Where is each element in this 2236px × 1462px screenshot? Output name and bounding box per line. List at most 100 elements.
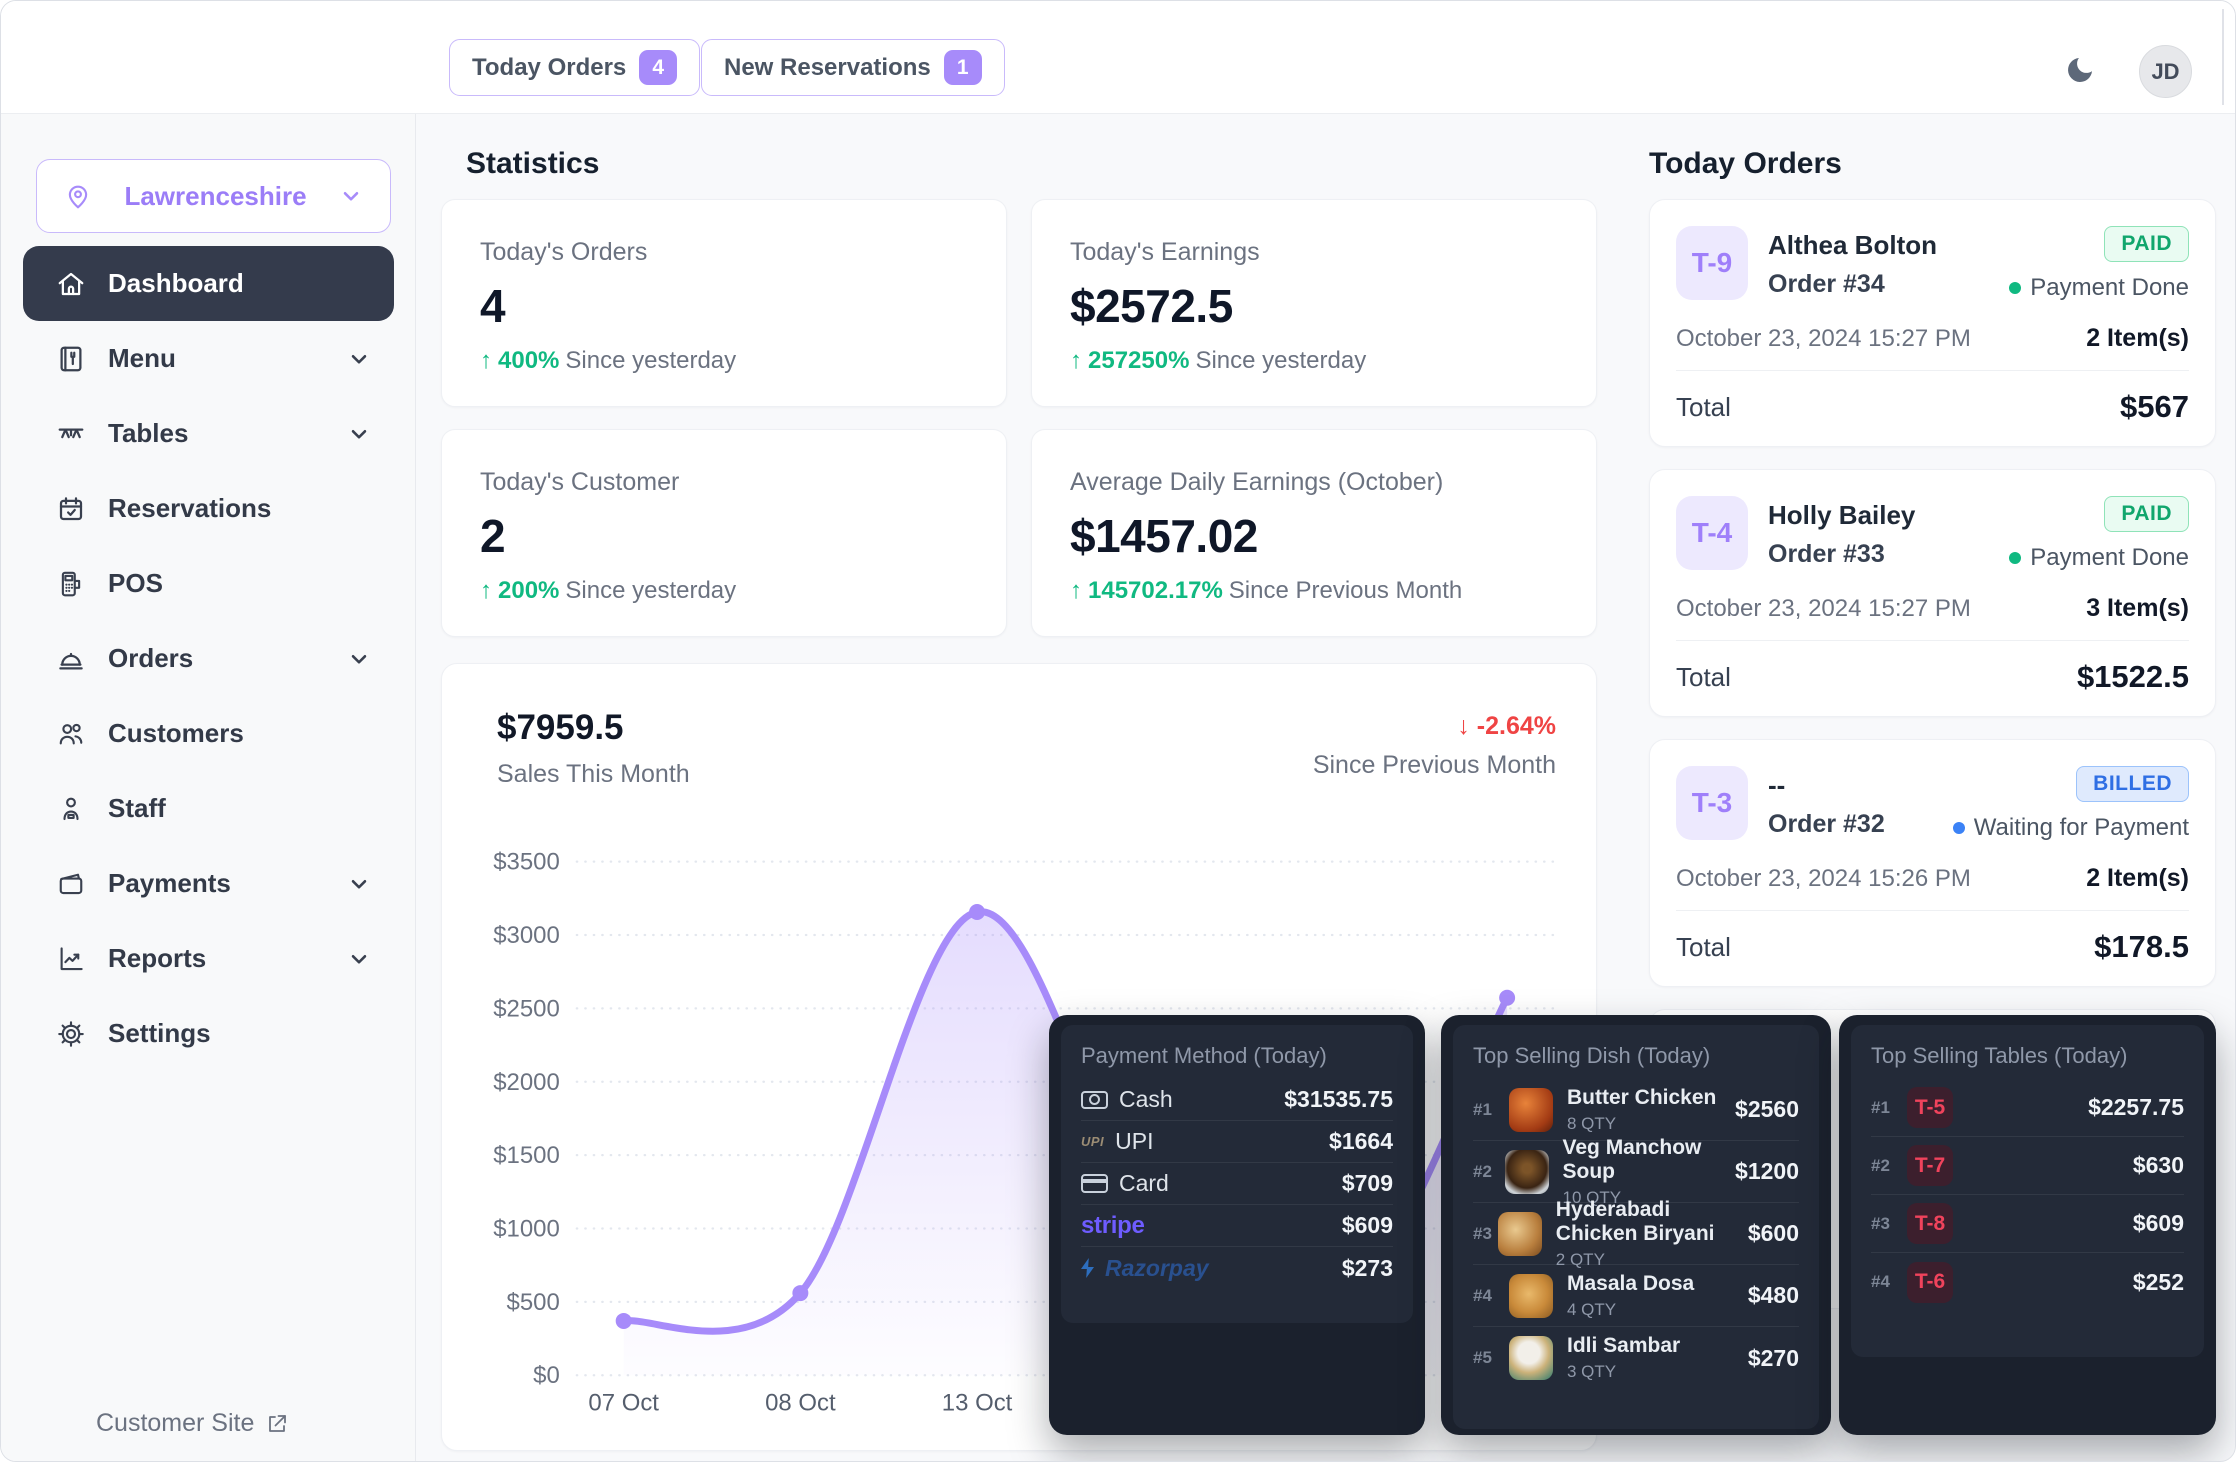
order-card[interactable]: T-4 Holly Bailey Order #33 PAID Payment … xyxy=(1649,469,2216,717)
statistics-heading: Statistics xyxy=(466,147,599,181)
sidebar-item-orders[interactable]: Orders xyxy=(23,621,394,696)
table-rank-row: #1 T-5 $2257.75 xyxy=(1871,1079,2184,1137)
dish-rank: #3 xyxy=(1473,1224,1498,1244)
today-orders-count-badge: 4 xyxy=(639,50,677,85)
gear-icon xyxy=(56,1019,86,1049)
customer-name: Althea Bolton xyxy=(1768,230,1937,261)
dish-photo xyxy=(1509,1274,1553,1318)
stat-card: Today's Orders 4 ↑ 400% Since yesterday xyxy=(441,199,1007,407)
sidebar-item-label: Customers xyxy=(108,718,244,749)
sidebar-item-label: Orders xyxy=(108,643,193,674)
sidebar-item-label: Payments xyxy=(108,868,231,899)
chevron-down-icon xyxy=(346,646,372,672)
dish-name: Hyderabadi Chicken Biryani xyxy=(1556,1198,1748,1246)
customer-site-label: Customer Site xyxy=(96,1409,254,1438)
location-selector[interactable]: Lawrenceshire xyxy=(36,159,391,233)
new-reservations-button-label: New Reservations xyxy=(724,54,931,82)
stat-delta-percent: 257250% xyxy=(1088,347,1189,375)
dish-qty: 3 QTY xyxy=(1567,1362,1680,1382)
dish-info: Butter Chicken 8 QTY xyxy=(1567,1086,1716,1134)
order-customer-block: Holly Bailey Order #33 xyxy=(1768,496,1915,572)
home-icon xyxy=(56,269,86,299)
up-arrow-icon: ↑ xyxy=(480,347,492,375)
order-customer-block: -- Order #32 xyxy=(1768,766,1885,842)
order-status-block: PAID Payment Done xyxy=(2009,496,2189,572)
new-reservations-button[interactable]: New Reservations 1 xyxy=(701,39,1005,96)
payment-method-label: Razorpay xyxy=(1105,1255,1209,1282)
payment-method-label: stripe xyxy=(1081,1212,1145,1240)
sidebar-item-reservations[interactable]: Reservations xyxy=(23,471,394,546)
order-items-count: 2 Item(s) xyxy=(2086,324,2189,353)
payment-method-label: UPI xyxy=(1115,1128,1153,1155)
order-total-value: $567 xyxy=(2120,389,2189,425)
customer-site-link[interactable]: Customer Site xyxy=(96,1409,289,1438)
table-amount: $630 xyxy=(2133,1152,2184,1179)
status-note-label: Payment Done xyxy=(2030,544,2189,572)
order-number: Order #33 xyxy=(1768,540,1915,569)
today-orders-button[interactable]: Today Orders 4 xyxy=(449,39,700,96)
chevron-down-icon xyxy=(346,421,372,447)
dish-photo xyxy=(1498,1212,1542,1256)
payment-method-amount: $609 xyxy=(1342,1212,1393,1239)
dish-amount: $1200 xyxy=(1735,1158,1799,1185)
sidebar-item-label: Reports xyxy=(108,943,206,974)
sidebar-item-payments[interactable]: Payments xyxy=(23,846,394,921)
svg-text:$3000: $3000 xyxy=(493,922,560,949)
dish-name: Veg Manchow Soup xyxy=(1563,1136,1736,1184)
stat-label: Today's Earnings xyxy=(1070,238,1558,267)
sidebar-item-staff[interactable]: Staff xyxy=(23,771,394,846)
order-card[interactable]: T-9 Althea Bolton Order #34 PAID Payment… xyxy=(1649,199,2216,447)
order-card[interactable]: T-3 -- Order #32 BILLED Waiting for Paym… xyxy=(1649,739,2216,987)
dish-rank: #5 xyxy=(1473,1348,1509,1368)
sidebar-item-customers[interactable]: Customers xyxy=(23,696,394,771)
order-total-value: $178.5 xyxy=(2094,929,2189,965)
menu-book-icon xyxy=(56,344,86,374)
stat-delta: ↑ 145702.17% Since Previous Month xyxy=(1070,577,1558,605)
chevron-down-icon xyxy=(338,183,364,209)
stat-delta-percent: 400% xyxy=(498,347,559,375)
avatar[interactable]: JD xyxy=(2139,45,2192,98)
order-number: Order #34 xyxy=(1768,270,1937,299)
wallet-icon xyxy=(56,869,86,899)
payment-method-row: stripe $609 xyxy=(1081,1205,1393,1247)
status-dot-icon xyxy=(1953,822,1965,834)
top-selling-tables-panel: Top Selling Tables (Today) #1 T-5 $2257.… xyxy=(1839,1015,2216,1435)
razorpay-logo-icon xyxy=(1081,1258,1094,1278)
stat-delta: ↑ 257250% Since yesterday xyxy=(1070,347,1558,375)
order-card-divider xyxy=(1676,910,2189,911)
upi-logo-icon xyxy=(1081,1133,1104,1151)
table-rank: #4 xyxy=(1871,1272,1907,1292)
today-orders-heading: Today Orders xyxy=(1649,147,1842,181)
stat-delta: ↑ 400% Since yesterday xyxy=(480,347,968,375)
payment-method-amount: $31535.75 xyxy=(1284,1086,1393,1113)
top-selling-tables-panel-inner: Top Selling Tables (Today) #1 T-5 $2257.… xyxy=(1851,1025,2204,1357)
stat-card: Average Daily Earnings (October) $1457.0… xyxy=(1031,429,1597,637)
stat-delta-suffix: Since Previous Month xyxy=(1229,577,1462,605)
sidebar-item-label: Reservations xyxy=(108,493,271,524)
pos-terminal-icon xyxy=(56,569,86,599)
order-datetime: October 23, 2024 15:27 PM xyxy=(1676,325,1971,353)
dark-mode-toggle[interactable] xyxy=(2057,47,2103,93)
dish-photo xyxy=(1509,1088,1553,1132)
chevron-down-icon xyxy=(346,871,372,897)
stat-value: 4 xyxy=(480,279,968,333)
sidebar-item-pos[interactable]: POS xyxy=(23,546,394,621)
sidebar-item-reports[interactable]: Reports xyxy=(23,921,394,996)
payment-method-row: Cash $31535.75 xyxy=(1081,1079,1393,1121)
dish-qty: 2 QTY xyxy=(1556,1250,1748,1270)
stat-delta-suffix: Since yesterday xyxy=(565,577,736,605)
dashboard-screen: Today Orders 4 New Reservations 1 JD Law… xyxy=(0,0,2236,1462)
sidebar-item-tables[interactable]: Tables xyxy=(23,396,394,471)
table-badge: T-5 xyxy=(1907,1087,1953,1128)
dish-row: #5 Idli Sambar 3 QTY $270 xyxy=(1473,1327,1799,1389)
sidebar-item-label: Settings xyxy=(108,1018,211,1049)
sidebar-item-menu[interactable]: Menu xyxy=(23,321,394,396)
scrollbar[interactable] xyxy=(2222,9,2224,105)
svg-text:$2500: $2500 xyxy=(493,995,560,1022)
order-customer-block: Althea Bolton Order #34 xyxy=(1768,226,1937,302)
today-orders-list: T-9 Althea Bolton Order #34 PAID Payment… xyxy=(1649,199,2216,987)
top-selling-tables-title: Top Selling Tables (Today) xyxy=(1871,1043,2184,1069)
sidebar-item-settings[interactable]: Settings xyxy=(23,996,394,1071)
order-total-row: Total $1522.5 xyxy=(1676,659,2189,695)
sidebar-item-dashboard[interactable]: Dashboard xyxy=(23,246,394,321)
